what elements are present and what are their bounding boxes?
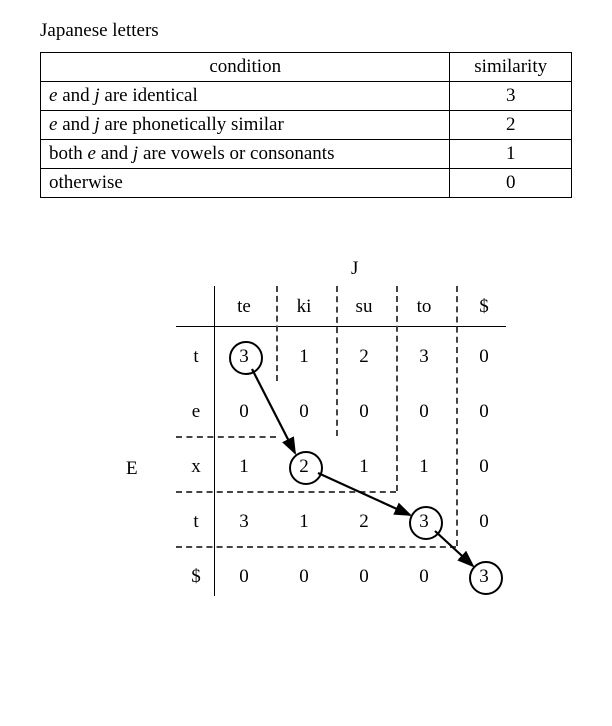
matrix-cell: 2 [344,511,384,533]
matrix-cell: 2 [344,346,384,368]
hdash [176,491,396,493]
matrix-cell: 3 [404,346,444,368]
cell-condition: otherwise [41,169,450,198]
table-row: e and j are identical 3 [41,82,572,111]
matrix-cell: 2 [284,456,324,478]
table-row: e and j are phonetically similar 2 [41,111,572,140]
matrix-cell: 0 [224,401,264,423]
matrix-cell: 0 [224,566,264,588]
row-header: x [176,456,216,478]
matrix-cell: 0 [284,401,324,423]
row-header: $ [176,566,216,588]
col-header: to [404,296,444,318]
col-header: $ [464,296,504,318]
col-condition: condition [41,53,450,82]
matrix-cell: 0 [464,456,504,478]
dp-matrix-diagram: J E te ki su to $ t e x t $ 3 1 2 3 0 [96,258,516,608]
matrix-cell: 3 [224,511,264,533]
cell-condition: both e and j are vowels or consonants [41,140,450,169]
row-header: t [176,346,216,368]
matrix-cell: 0 [404,401,444,423]
matrix-cell: 0 [464,346,504,368]
col-header: te [224,296,264,318]
axis-label-J: J [351,258,358,280]
cell-similarity: 1 [450,140,572,169]
matrix-cell: 3 [464,566,504,588]
matrix-vline [214,286,215,596]
vdash [396,286,398,491]
hdash [176,436,276,438]
table-row: both e and j are vowels or consonants 1 [41,140,572,169]
cell-similarity: 3 [450,82,572,111]
table-header-row: condition similarity [41,53,572,82]
axis-label-E: E [126,458,138,480]
matrix-cell: 1 [344,456,384,478]
vdash [456,286,458,546]
page-title: Japanese letters [40,20,572,42]
similarity-rules-table: condition similarity e and j are identic… [40,52,572,198]
col-header: ki [284,296,324,318]
matrix-cell: 3 [224,346,264,368]
matrix-cell: 1 [404,456,444,478]
cell-condition: e and j are identical [41,82,450,111]
vdash [336,286,338,436]
matrix-cell: 0 [344,566,384,588]
matrix-cell: 1 [284,346,324,368]
row-header: e [176,401,216,423]
cell-similarity: 0 [450,169,572,198]
matrix-cell: 0 [464,511,504,533]
col-similarity: similarity [450,53,572,82]
matrix-cell: 3 [404,511,444,533]
matrix-cell: 1 [224,456,264,478]
table-row: otherwise 0 [41,169,572,198]
matrix-cell: 1 [284,511,324,533]
matrix-cell: 0 [404,566,444,588]
row-header: t [176,511,216,533]
matrix-cell: 0 [344,401,384,423]
cell-similarity: 2 [450,111,572,140]
cell-condition: e and j are phonetically similar [41,111,450,140]
vdash [276,286,278,381]
col-header: su [344,296,384,318]
hdash [176,546,456,548]
matrix-cell: 0 [284,566,324,588]
matrix-cell: 0 [464,401,504,423]
